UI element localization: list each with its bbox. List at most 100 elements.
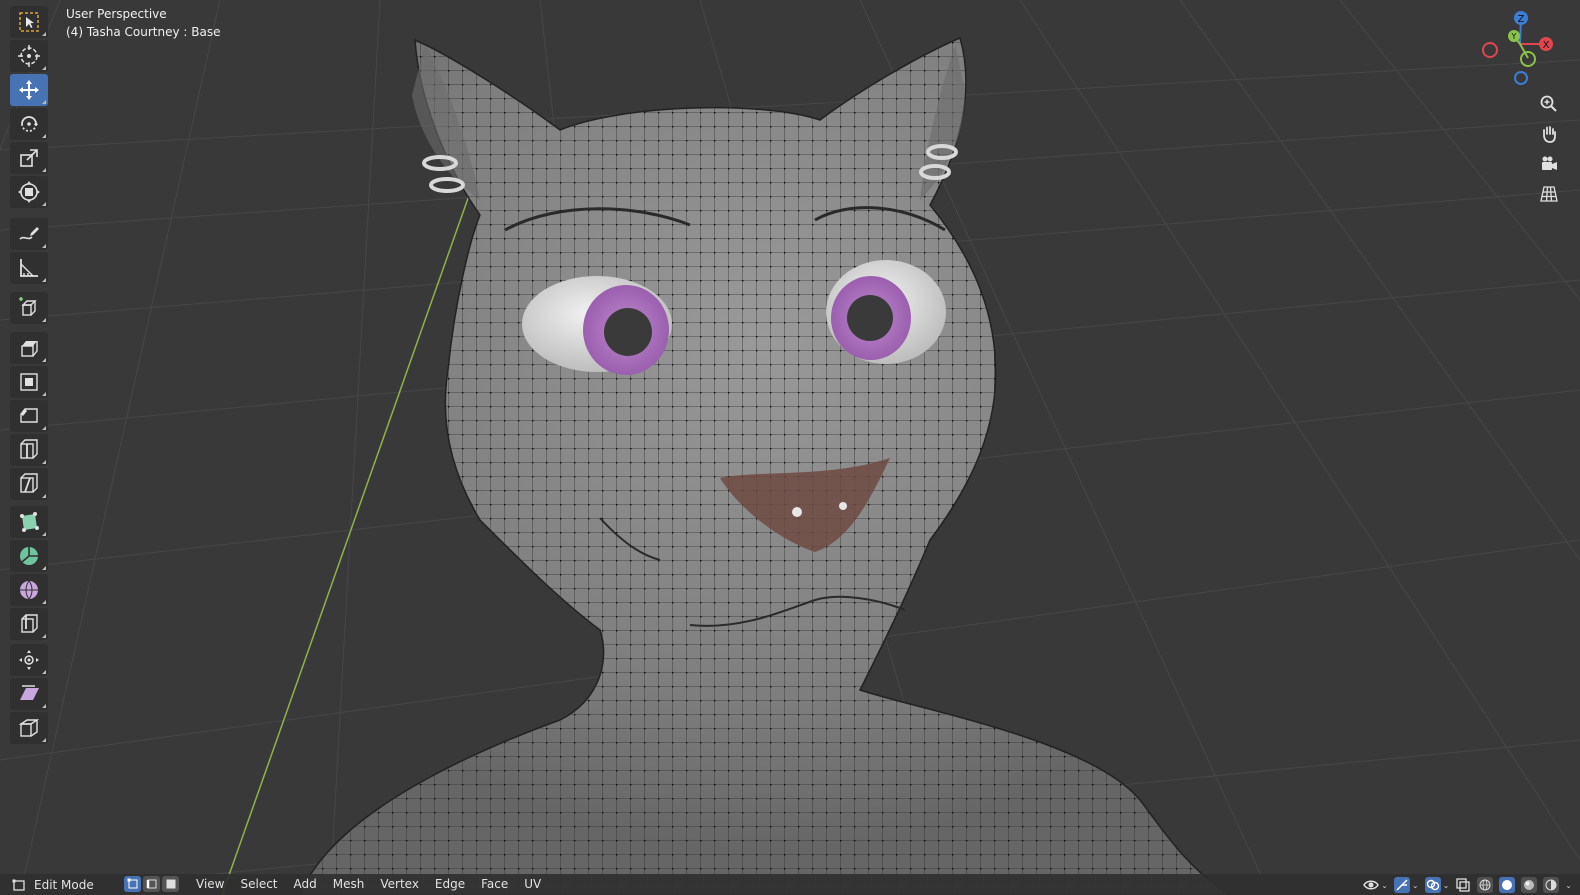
annotate-tool[interactable] [10, 218, 48, 250]
tool-options-indicator [42, 460, 46, 464]
solid-icon [1502, 880, 1513, 890]
tool-options-indicator [42, 168, 46, 172]
knife-tool[interactable] [10, 468, 48, 500]
tool-options-indicator [42, 358, 46, 362]
select-box-tool[interactable] [10, 6, 48, 38]
zoom-icon [1540, 95, 1557, 112]
edge-slide-icon [21, 614, 38, 633]
tool-options-indicator [42, 278, 46, 282]
solid-shading-button[interactable] [1499, 877, 1516, 893]
shrink-fatten-tool[interactable] [10, 644, 48, 676]
extrude-tool[interactable] [10, 332, 48, 364]
chevron-down-icon: ⌄ [1442, 880, 1450, 890]
add-cube-tool[interactable] [10, 292, 48, 324]
xray-toggle[interactable] [1455, 877, 1471, 893]
menu-uv[interactable]: UV [516, 874, 549, 895]
loop-cut-icon [20, 439, 38, 459]
gizmo-y-negative[interactable] [1520, 51, 1536, 67]
tool-options-indicator [42, 494, 46, 498]
tool-options-indicator [42, 600, 46, 604]
scale-tool[interactable] [10, 142, 48, 174]
edge-select-button[interactable] [143, 876, 160, 892]
navigation-gizmo[interactable]: Z X Y [1480, 6, 1560, 88]
rendered-icon [1545, 879, 1557, 891]
header-right-controls: ⌄ ⌄ ⌄ ⌄ [1363, 876, 1572, 894]
3d-viewport[interactable] [0, 0, 1580, 895]
chevron-down-icon: ⌄ [1411, 880, 1419, 890]
tool-options-indicator [42, 704, 46, 708]
rip-icon [18, 719, 40, 737]
tool-options-indicator [42, 426, 46, 430]
menu-mesh[interactable]: Mesh [325, 874, 373, 895]
overlays-toggle[interactable]: ⌄ [1424, 877, 1450, 893]
tool-options-indicator [42, 634, 46, 638]
camera-icon [1542, 156, 1557, 170]
menu-view[interactable]: View [188, 874, 232, 895]
smooth-icon [20, 580, 38, 600]
move-tool[interactable] [10, 74, 48, 106]
shrink-fatten-icon [19, 650, 39, 670]
cursor-tool[interactable] [10, 40, 48, 72]
face-select-button[interactable] [162, 876, 179, 892]
zoom-button[interactable] [1534, 90, 1564, 118]
gizmo-x-label: X [1543, 40, 1550, 51]
nose-stud-left [792, 507, 802, 517]
toggle-perspective-button[interactable] [1534, 180, 1564, 208]
gizmo-icon [1393, 877, 1410, 893]
wireframe-icon [1479, 879, 1491, 891]
chevron-down-icon: ⌄ [1381, 880, 1388, 890]
tool-options-indicator [42, 532, 46, 536]
edge-slide-tool[interactable] [10, 608, 48, 640]
tool-options-indicator [42, 32, 46, 36]
transform-tool[interactable] [10, 176, 48, 208]
eye-icon [1363, 880, 1380, 890]
wireframe-shading-button[interactable] [1477, 877, 1494, 893]
vertex-select-icon [127, 878, 137, 889]
menu-vertex[interactable]: Vertex [372, 874, 427, 895]
menu-add[interactable]: Add [286, 874, 325, 895]
spin-tool[interactable] [10, 540, 48, 572]
poly-build-tool[interactable] [10, 506, 48, 538]
mode-selector[interactable]: Edit Mode ⌄ [12, 876, 131, 894]
object-info: (4) Tasha Courtney : Base [66, 25, 221, 39]
knife-icon [20, 473, 38, 493]
view-name: User Perspective [66, 7, 167, 21]
rotate-icon [21, 116, 38, 132]
gizmo-z-negative[interactable] [1514, 71, 1528, 85]
viewport-header: Edit Mode ⌄ ViewSelectAddMeshVertexEdgeF… [0, 874, 1580, 895]
cursor-icon [18, 45, 40, 67]
bevel-tool[interactable] [10, 400, 48, 432]
smooth-tool[interactable] [10, 574, 48, 606]
camera-view-button[interactable] [1534, 150, 1564, 178]
nose-stud-right [839, 502, 847, 510]
poly-build-icon [20, 512, 39, 532]
bevel-icon [20, 408, 38, 423]
gizmo-toggle[interactable]: ⌄ [1393, 877, 1419, 893]
visibility-dropdown[interactable]: ⌄ [1363, 877, 1388, 893]
transform-icon [18, 181, 40, 203]
loop-cut-tool[interactable] [10, 434, 48, 466]
shear-tool[interactable] [10, 678, 48, 710]
chevron-down-icon: ⌄ [1565, 880, 1572, 890]
menu-face[interactable]: Face [473, 874, 516, 895]
spin-icon [20, 547, 38, 565]
material-shading-button[interactable] [1521, 877, 1538, 893]
inset-faces-tool[interactable] [10, 366, 48, 398]
right-eye [826, 260, 946, 364]
gizmo-x-negative[interactable] [1482, 42, 1498, 58]
tool-options-indicator [42, 566, 46, 570]
select-mode-group [124, 876, 179, 892]
annotate-icon [19, 227, 39, 240]
rotate-tool[interactable] [10, 108, 48, 140]
rendered-shading-button[interactable] [1543, 877, 1560, 893]
pan-button[interactable] [1534, 120, 1564, 148]
extrude-icon [21, 341, 38, 357]
inset-icon [20, 373, 38, 391]
rip-region-tool[interactable] [10, 712, 48, 744]
vertex-select-button[interactable] [124, 876, 141, 892]
measure-tool[interactable] [10, 252, 48, 284]
tool-options-indicator [42, 392, 46, 396]
menu-edge[interactable]: Edge [427, 874, 473, 895]
menu-select[interactable]: Select [232, 874, 285, 895]
shading-options-dropdown[interactable]: ⌄ [1565, 877, 1572, 893]
